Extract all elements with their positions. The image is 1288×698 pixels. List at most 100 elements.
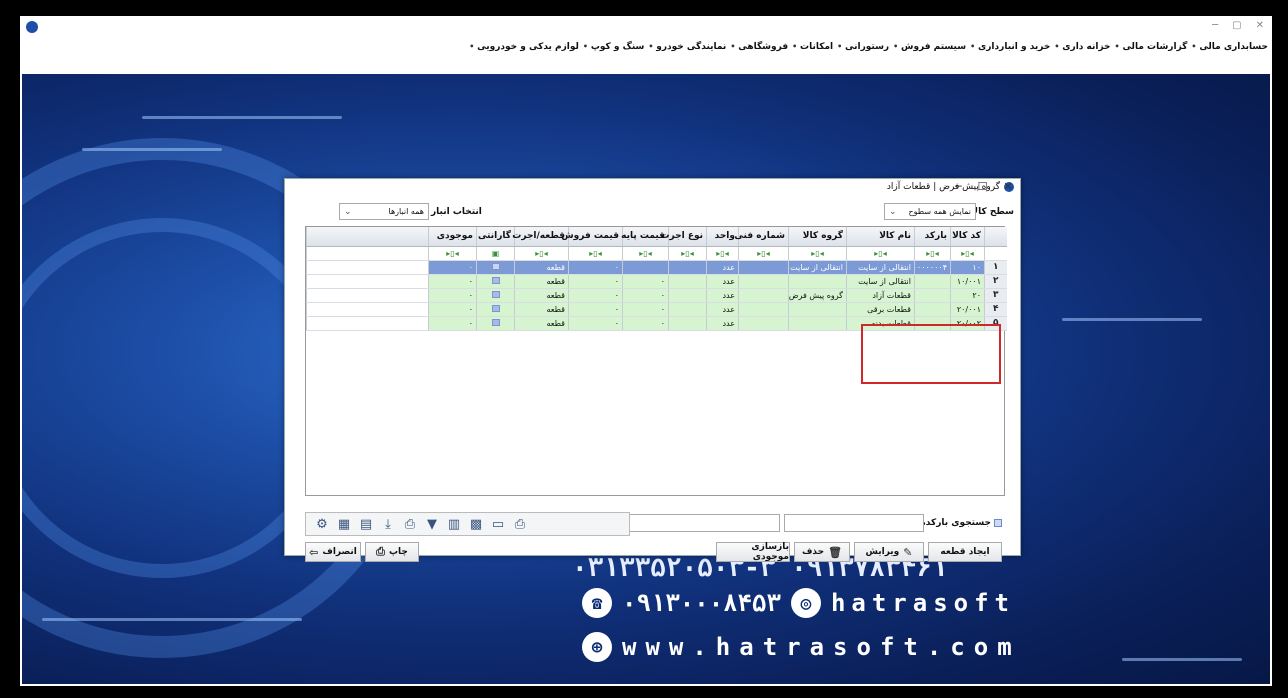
light-streak [142,116,342,119]
cell-sale: ۰ [568,288,623,303]
screen: ۰۳۱۳۳۵۲۰۵۰۳-۳ ۰۹۱۳۷۸۳۴۶۱ ☎ ۰۹۱۳۰۰۰۸۴۵۳ ◎… [20,16,1272,686]
menu-item[interactable]: سیستم فروش [893,42,966,52]
menu-item[interactable]: رستورانی [837,42,889,52]
warranty-checkbox[interactable] [491,276,500,284]
column-filter-icon[interactable]: ◂▯▸ [706,246,739,261]
barcode-search-input[interactable] [784,514,924,532]
columns-icon[interactable]: ▥ [446,516,462,532]
column-filter-icon[interactable]: ◂▯▸ [914,246,951,261]
mobile-text: ۰۹۱۳۰۰۰۸۴۵۳ [622,589,781,617]
column-filter-icon[interactable]: ▣ [476,246,515,261]
cell-base: ۰ [622,274,669,289]
minimize-icon[interactable]: ─ [1212,20,1218,31]
column-filter-icon [306,246,429,261]
column-header[interactable]: قطعه/اجرت [512,227,569,247]
edit-button[interactable]: ✎ ویرایش [854,542,924,562]
cell-base [622,260,669,275]
warranty-checkbox[interactable] [491,318,500,326]
filter-row: سطح کالا : نمایش همه سطوح ⌄ انتخاب انبار… [291,201,1014,223]
back-arrow-icon: ⇦ [309,545,319,559]
cell-stock: ۰ [428,316,477,331]
row-number: ۵ [984,316,1007,331]
settings-icon[interactable]: ⚙ [314,516,330,532]
column-filter-icon[interactable]: ◂▯▸ [622,246,669,261]
column-header[interactable]: گروه کالا [788,227,847,247]
rebuild-stock-button[interactable]: بازسازی موجودی [716,542,790,562]
barcode-search-toggle[interactable]: جستجوی بارکدها [916,518,1002,528]
cell-warranty [476,288,515,303]
print-icon[interactable]: ⎙ [512,516,528,532]
warranty-checkbox[interactable] [491,290,500,298]
menu-item[interactable]: امکانات [792,42,833,52]
cell-stock: ۰ [428,260,477,275]
dialog-controls: ─ ☐ ✕ [955,180,1013,193]
cell-base: ۰ [622,316,669,331]
cell-unit: عدد [706,260,739,275]
menu-item[interactable]: سنگ و کوپ [583,42,644,52]
print-button[interactable]: چاپ ⎙ [365,542,419,562]
level-select[interactable]: نمایش همه سطوح ⌄ [884,203,976,220]
website-text: www.hatrasoft.com [622,633,1021,661]
warehouse-select[interactable]: همه انبارها ⌄ [339,203,429,220]
contact-card-icon[interactable]: ▭ [490,516,506,532]
column-header[interactable]: بارکد [914,227,951,247]
dialog-minimize-icon[interactable]: ─ [955,180,962,193]
warranty-checkbox[interactable] [491,262,500,270]
contact-website: ⊕ www.hatrasoft.com [582,632,1021,662]
chevron-down-icon: ⌄ [889,206,897,217]
action-buttons: ایجاد قطعه ✎ ویرایش 🗑 حذف بازسازی موجودی… [305,542,1002,562]
table-row[interactable]: ۵ ۲۰/۰۰۲ قطعات بدنه عدد ۰ ۰ قطعه ۰ [306,316,1007,331]
cell-tech [738,316,789,331]
column-filter-icon[interactable]: ◂▯▸ [846,246,915,261]
column-header[interactable]: نام کالا [846,227,915,247]
menu-item[interactable]: گزارشات مالی [1115,42,1188,52]
table-row[interactable]: ۲ ۱۰/۰۰۱ انتقالی از سایت عدد ۰ ۰ قطعه ۰ [306,274,1007,289]
column-header[interactable]: قیمت پایه [621,227,669,247]
menu-item[interactable]: نمایندگی خودرو [648,42,726,52]
menu-item[interactable]: حسابداری مالی [1191,42,1268,52]
cancel-button[interactable]: انصراف ⇦ [305,542,361,562]
maximize-icon[interactable]: ▢ [1232,20,1241,31]
delete-button[interactable]: 🗑 حذف [794,542,850,562]
table-row[interactable]: ۳ ۲۰ قطعات آزاد گروه پیش فرض عدد ۰ ۰ قطعه ۰ [306,288,1007,303]
create-part-button[interactable]: ایجاد قطعه [928,542,1002,562]
column-header[interactable]: واحد [706,227,739,247]
menu-item[interactable]: خرید و انبارداری [970,42,1050,52]
column-header[interactable]: شماره فنی [734,227,789,247]
row-number-header [984,227,1007,247]
column-filter-icon[interactable]: ◂▯▸ [668,246,707,261]
column-header[interactable]: کد کالا [950,227,985,247]
column-header[interactable]: موجودی [428,227,477,247]
table-row[interactable]: ۱۱۰۲۲۰۰۰۰۰۰۰۴انتقالی از سایتانتقالی از س… [306,260,1007,275]
dialog-close-icon[interactable]: ✕ [1004,180,1013,193]
cell-barcode [914,302,951,317]
app-titlebar: ─ ▢ ✕ [22,18,1270,38]
menu-item[interactable]: فروشگاهی [730,42,788,52]
filter-icon[interactable]: ▼ [424,516,440,532]
calculator-icon[interactable]: ▩ [468,516,484,532]
column-filter-icon[interactable]: ◂▯▸ [568,246,623,261]
create-part-label: ایجاد قطعه [940,547,990,557]
cell-part: قطعه [514,288,569,303]
column-filter-icon[interactable]: ◂▯▸ [428,246,477,261]
warranty-checkbox[interactable] [491,304,500,312]
menu-item[interactable]: خزانه داری [1054,42,1110,52]
grid-view-icon[interactable]: ▦ [336,516,352,532]
table-row[interactable]: ۴ ۲۰/۰۰۱ قطعات برقی عدد ۰ ۰ قطعه ۰ [306,302,1007,317]
column-filter-icon[interactable]: ◂▯▸ [738,246,789,261]
cell-warranty [476,260,515,275]
column-filter-icon[interactable]: ◂▯▸ [788,246,847,261]
column-header[interactable]: قیمت فروش [561,227,623,247]
column-header[interactable]: نوع اجرت [660,227,707,247]
dialog-maximize-icon[interactable]: ☐ [978,180,988,193]
column-filter-icon[interactable]: ◂▯▸ [514,246,569,261]
printer-icon[interactable]: ⎙ [402,516,418,532]
menu-item[interactable]: لوازم یدکی و خودرویی [469,42,579,52]
download-icon[interactable]: ⤓ [380,516,396,532]
close-icon[interactable]: ✕ [1256,20,1264,31]
checkbox[interactable] [994,519,1002,527]
paste-icon[interactable]: ▤ [358,516,374,532]
column-header[interactable]: گارانتی [476,227,515,247]
column-filter-icon[interactable]: ◂▯▸ [950,246,985,261]
cell-tech [738,288,789,303]
